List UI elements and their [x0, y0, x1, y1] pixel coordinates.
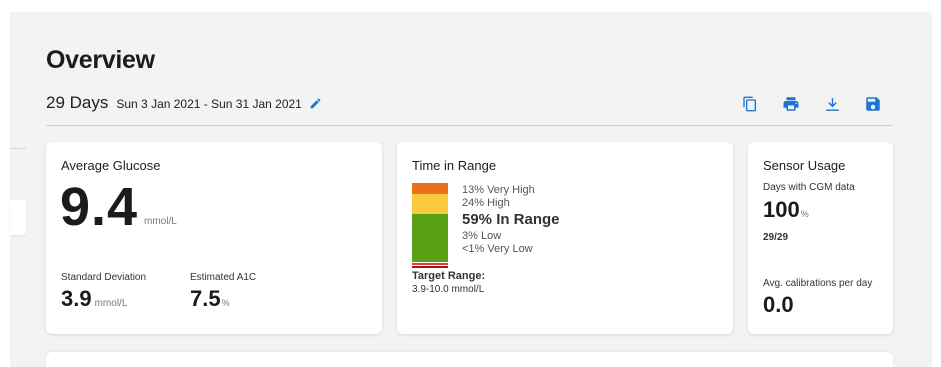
date-range-row: 29 Days Sun 3 Jan 2021 - Sun 31 Jan 2021 — [46, 93, 322, 113]
header-divider — [46, 125, 893, 126]
a1c-unit: % — [221, 298, 230, 308]
bar-segment-very-high — [412, 183, 448, 194]
std-dev-value-group: 3.9 mmol/L — [61, 286, 127, 312]
copy-icon — [743, 96, 756, 112]
print-icon — [783, 97, 799, 111]
a1c-value-group: 7.5% — [190, 286, 230, 312]
date-range-text: Sun 3 Jan 2021 - Sun 31 Jan 2021 — [116, 97, 302, 111]
average-glucose-card: Average Glucose 9.4 mmol/L Standard Devi… — [46, 142, 382, 334]
page-title: Overview — [46, 46, 155, 74]
high-label: 24% High — [462, 197, 510, 209]
a1c-value: 7.5 — [190, 286, 221, 311]
calibrations-label: Avg. calibrations per day — [763, 278, 873, 289]
average-glucose-unit: mmol/L — [144, 216, 177, 227]
cgm-days-count: 29/29 — [763, 232, 789, 243]
low-label: 3% Low — [462, 230, 502, 242]
days-count: 29 Days — [46, 93, 109, 112]
copy-button[interactable] — [740, 94, 760, 114]
bar-segment-low — [412, 263, 448, 265]
sensor-usage-card: Sensor Usage Days with CGM data 100% 29/… — [748, 142, 893, 334]
save-icon — [866, 97, 880, 111]
print-button[interactable] — [781, 94, 801, 114]
bar-segment-very-low — [412, 266, 448, 268]
calibrations-value: 0.0 — [763, 292, 794, 317]
cgm-days-pct-unit: % — [800, 209, 809, 219]
std-dev-unit: mmol/L — [94, 298, 128, 309]
bar-segment-high — [412, 194, 448, 214]
very-low-label: <1% Very Low — [462, 243, 533, 255]
cgm-days-pct: 100 — [763, 197, 800, 222]
time-in-range-card: Time in Range 13% Very High 24% High 59%… — [397, 142, 733, 334]
cgm-days-value-group: 100% — [763, 197, 809, 223]
average-glucose-value: 9.4 — [60, 177, 139, 237]
a1c-label: Estimated A1C — [190, 272, 257, 283]
time-in-range-title: Time in Range — [412, 158, 497, 173]
bar-segment-in-range — [412, 214, 448, 262]
cgm-days-label: Days with CGM data — [763, 182, 855, 193]
std-dev-value: 3.9 — [61, 286, 92, 311]
target-range-value: 3.9-10.0 mmol/L — [412, 284, 485, 295]
sensor-usage-title: Sensor Usage — [763, 158, 846, 173]
download-icon — [825, 97, 839, 111]
target-range-label: Target Range: — [412, 270, 486, 282]
download-button[interactable] — [822, 94, 842, 114]
pencil-icon[interactable] — [309, 97, 322, 110]
time-in-range-bar — [412, 183, 448, 268]
very-high-label: 13% Very High — [462, 184, 535, 196]
report-toolbar — [740, 94, 883, 114]
save-button[interactable] — [863, 94, 883, 114]
average-glucose-title: Average Glucose — [61, 158, 161, 173]
next-section-card — [46, 352, 893, 367]
std-dev-label: Standard Deviation — [61, 272, 147, 283]
left-panel-stub — [10, 200, 26, 235]
left-panel-divider — [10, 148, 26, 149]
time-in-range-labels: 13% Very High 24% High 59% In Range 3% L… — [462, 184, 560, 256]
in-range-label: 59% In Range — [462, 211, 560, 228]
